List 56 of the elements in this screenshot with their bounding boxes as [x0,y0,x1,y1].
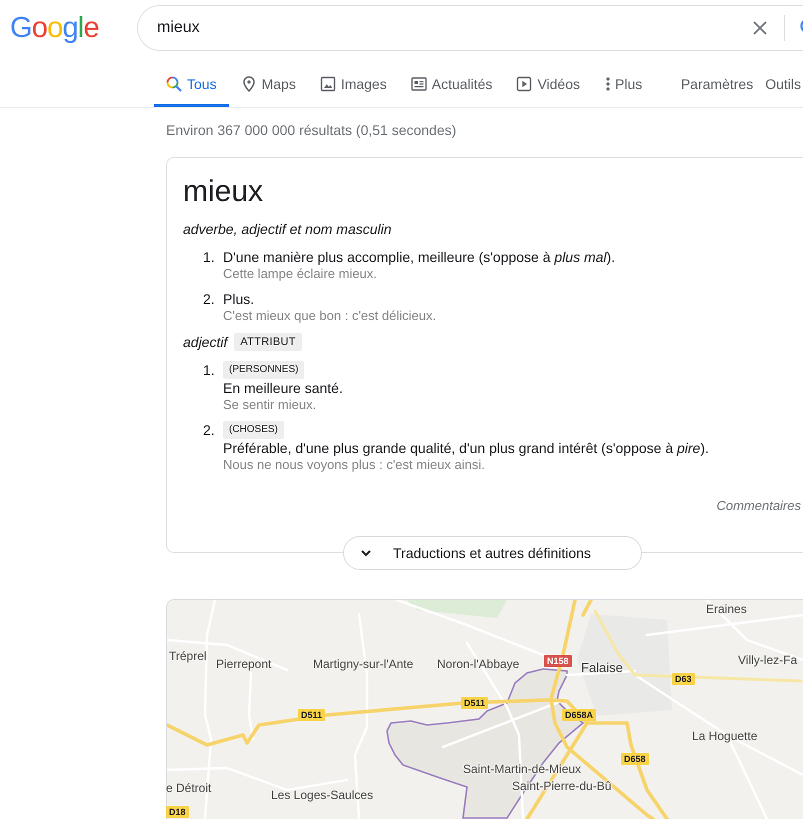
tab[interactable]: Tous [154,59,229,107]
part-of-speech: adjectif [183,333,228,352]
road-number-sign: D18 [166,806,189,818]
road-number-sign: D511 [298,709,326,721]
sense-number: 1. [203,249,215,265]
place-label: Falaise [581,661,623,675]
example-text: Se sentir mieux. [223,397,316,413]
map-pin-icon [240,76,257,92]
definition-text: En meilleure santé. [223,379,343,397]
newspaper-icon [410,76,427,92]
image-icon [320,76,336,92]
road-number-sign: D511 [461,697,488,709]
place-label: La Hoguette [692,729,758,743]
result-stats: Environ 367 000 000 résultats (0,51 secondes) [166,121,456,140]
search-bar[interactable]: mieux [137,5,803,51]
road-number-sign: D658A [562,709,596,721]
more-vertical-icon [606,77,610,91]
play-icon [516,76,532,92]
search-input[interactable]: mieux [157,17,744,39]
tab[interactable]: Vidéos [504,59,592,107]
usage-tag: (PERSONNES) [223,361,304,379]
usage-tag: (CHOSES) [223,421,284,439]
sense-number: 2. [203,422,215,438]
example-text: Cette lampe éclaire mieux. [223,266,377,282]
road-number-sign: D658 [621,753,649,765]
search-icon [166,76,182,92]
place-label: Pierrepont [216,657,272,671]
toolbar-link[interactable]: Paramètres [680,75,754,93]
place-label: Eraines [706,602,747,616]
definition-text: Plus. [223,290,254,308]
close-icon[interactable] [752,20,768,36]
sense-number: 1. [203,362,215,378]
example-text: Nous ne nous voyons plus : c'est mieux ainsi. [223,457,485,473]
road-number-sign: D63 [672,673,695,685]
road-number-sign: N158 [544,655,572,667]
place-label: Tréprel [169,649,207,663]
place-label: Les Loges-Saulces [271,788,374,802]
tab[interactable]: Images [308,59,399,107]
more-definitions-button[interactable]: Traductions et autres définitions [343,536,642,570]
definition-text: Préférable, d'une plus grande qualité, d'un plus grand intérêt (s'oppose à pire). [223,439,709,457]
grammar-tag: ATTRIBUT [234,333,302,351]
place-label: e Détroit [166,781,212,795]
example-text: C'est mieux que bon : c'est délicieux. [223,308,436,324]
toolbar-link[interactable]: Outils [765,75,801,93]
place-label: Martigny-sur-l'Ante [313,657,414,671]
tab[interactable]: Actualités [398,59,504,107]
tab[interactable]: Plus [592,59,654,107]
google-logo[interactable]: Google [10,13,99,43]
definition-text: D'une manière plus accomplie, meilleure (s'oppose à plus mal). [223,248,616,266]
headword: mieux [183,174,264,210]
part-of-speech: adverbe, adjectif et nom masculin [183,220,392,239]
place-label: Villy-lez-Fa [738,653,798,667]
place-label: Noron-l'Abbaye [437,657,520,671]
feedback-link[interactable]: Commentaires [716,498,801,513]
sense-number: 2. [203,291,215,307]
tab[interactable]: Maps [228,59,308,107]
